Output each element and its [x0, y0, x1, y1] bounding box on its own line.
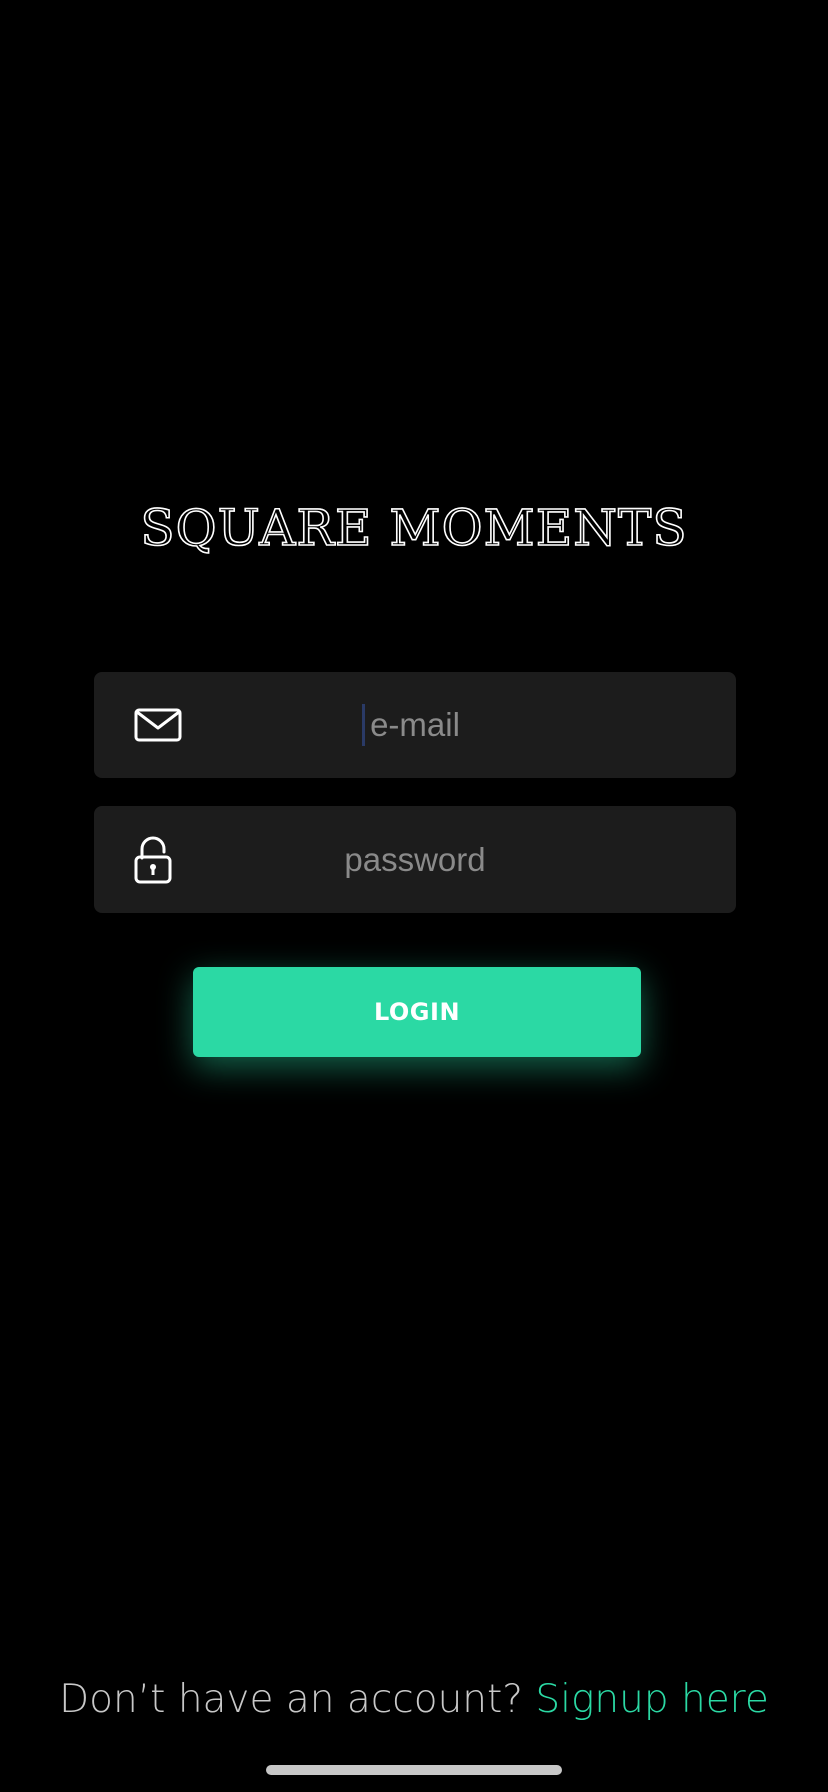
password-input[interactable]: [94, 806, 736, 913]
email-field-container[interactable]: [94, 672, 736, 778]
login-button[interactable]: LOGIN: [193, 967, 641, 1057]
signup-prompt-row: Don’t have an account? Signup here: [0, 1672, 828, 1728]
home-indicator[interactable]: [266, 1765, 562, 1775]
signup-link[interactable]: Signup here: [535, 1677, 768, 1722]
app-title: SQUARE MOMENTS: [140, 498, 688, 558]
password-field-container[interactable]: [94, 806, 736, 913]
text-caret: [362, 704, 365, 746]
email-input[interactable]: [94, 672, 736, 778]
signup-prompt-text: Don’t have an account?: [59, 1677, 536, 1722]
